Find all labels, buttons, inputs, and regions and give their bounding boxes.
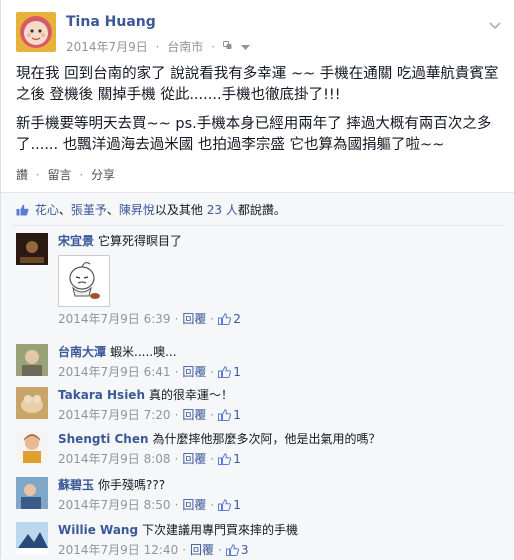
commenter-avatar[interactable] — [16, 344, 48, 376]
comment-text: 你手殘嗎??? — [98, 478, 166, 492]
reply-link[interactable]: 回覆 — [182, 452, 206, 466]
post-paragraph: 新手機要等明天去買~~ ps.手機本身已經用兩年了 摔過大概有兩百次之多了...… — [16, 116, 492, 153]
thumbs-up-icon — [218, 366, 232, 378]
commenter-name[interactable]: 台南大潭 — [58, 345, 106, 359]
comment-text: 蝦米.....噢... — [110, 345, 177, 359]
post-date[interactable]: 2014年7月9日 — [66, 40, 148, 54]
comment-like-link[interactable]: 1 — [218, 365, 241, 379]
post-location[interactable]: 台南市 — [167, 40, 203, 54]
thumbs-up-icon — [218, 409, 232, 421]
comment-timestamp[interactable]: 2014年7月9日 8:08 — [58, 452, 171, 466]
commenter-avatar[interactable] — [16, 233, 48, 265]
like-button[interactable]: 讚 — [16, 168, 28, 182]
commenter-name[interactable]: Takara Hsieh — [58, 388, 145, 402]
comment-timestamp[interactable]: 2014年7月9日 8:50 — [58, 498, 171, 512]
reply-link[interactable]: 回覆 — [190, 543, 214, 557]
author-avatar[interactable] — [16, 12, 56, 52]
commenter-avatar[interactable] — [16, 387, 48, 419]
commenter-avatar[interactable] — [16, 522, 48, 554]
comment-timestamp[interactable]: 2014年7月9日 7:20 — [58, 408, 171, 422]
comment-like-link[interactable]: 1 — [218, 408, 241, 422]
comment-text: 它算死得瞑目了 — [98, 234, 183, 248]
thumbs-up-icon — [218, 499, 232, 511]
comment-timestamp[interactable]: 2014年7月9日 6:39 — [58, 312, 171, 326]
commenter-name[interactable]: Shengti Chen — [58, 432, 149, 446]
reply-link[interactable]: 回覆 — [182, 312, 206, 326]
comment-sticker — [58, 255, 110, 307]
globe-icon[interactable] — [222, 40, 241, 54]
commenter-name[interactable]: 蘇碧玉 — [58, 478, 94, 492]
post-paragraph: 現在我 回到台南的家了 說說看我有多幸運 ~~ 手機在通關 吃過華航貴賓室之後 … — [16, 66, 499, 103]
divider — [13, 225, 503, 226]
thumbs-up-icon — [218, 313, 232, 325]
commenter-avatar[interactable] — [16, 477, 48, 509]
comment-button[interactable]: 留言 — [48, 168, 72, 182]
likes-summary: 花心、張堇予、陳昇悅以及其他 23 人都說讚。 — [16, 201, 286, 218]
thumbs-up-icon — [225, 544, 239, 556]
comment-like-link[interactable]: 1 — [218, 452, 241, 466]
comment-timestamp[interactable]: 2014年7月9日 6:41 — [58, 365, 171, 379]
post-actions: 讚 · 留言 · 分享 — [16, 168, 116, 182]
liker-link[interactable]: 張堇予 — [71, 203, 107, 217]
commenter-avatar[interactable] — [16, 431, 48, 463]
thumbs-up-icon — [218, 453, 232, 465]
comment-text: 為什麼摔他那麼多次阿，他是出氣用的嗎？ — [152, 432, 381, 446]
liker-link[interactable]: 陳昇悅 — [119, 203, 155, 217]
comment-like-link[interactable]: 1 — [218, 498, 241, 512]
post-body: 現在我 回到台南的家了 說說看我有多幸運 ~~ 手機在通關 吃過華航貴賓室之後 … — [16, 64, 506, 164]
comment-like-link[interactable]: 3 — [225, 543, 249, 557]
commenter-name[interactable]: 宋宜景 — [58, 234, 94, 248]
likes-suffix: 都說讚。 — [237, 203, 286, 217]
comments-section: 花心、張堇予、陳昇悅以及其他 23 人都說讚。 宋宜景 它算死得瞑目了 2014… — [1, 192, 514, 560]
comment-text: 真的很幸運～！ — [149, 388, 234, 402]
reply-link[interactable]: 回覆 — [182, 408, 206, 422]
comment-text: 下次建議用專門買來摔的手機 — [142, 523, 299, 537]
reply-link[interactable]: 回覆 — [182, 498, 206, 512]
comment-timestamp[interactable]: 2014年7月9日 12:40 — [58, 543, 178, 557]
likes-and-others: 以及其他 — [154, 203, 203, 217]
likers-count-link[interactable]: 23 人 — [207, 203, 238, 217]
post-card: Tina Huang 2014年7月9日 · 台南市 · 現在我 回到台南的家了… — [0, 0, 514, 560]
audience-chevron-icon[interactable] — [240, 40, 250, 54]
liker-link[interactable]: 花心 — [35, 203, 59, 217]
commenter-name[interactable]: Willie Wang — [58, 523, 138, 537]
post-author-name[interactable]: Tina Huang — [66, 14, 156, 30]
comment-like-link[interactable]: 2 — [218, 312, 241, 326]
post-meta: 2014年7月9日 · 台南市 · — [66, 38, 250, 55]
reply-link[interactable]: 回覆 — [182, 365, 206, 379]
chevron-down-icon[interactable] — [489, 16, 501, 30]
thumbs-up-icon — [16, 203, 35, 217]
share-button[interactable]: 分享 — [91, 168, 115, 182]
